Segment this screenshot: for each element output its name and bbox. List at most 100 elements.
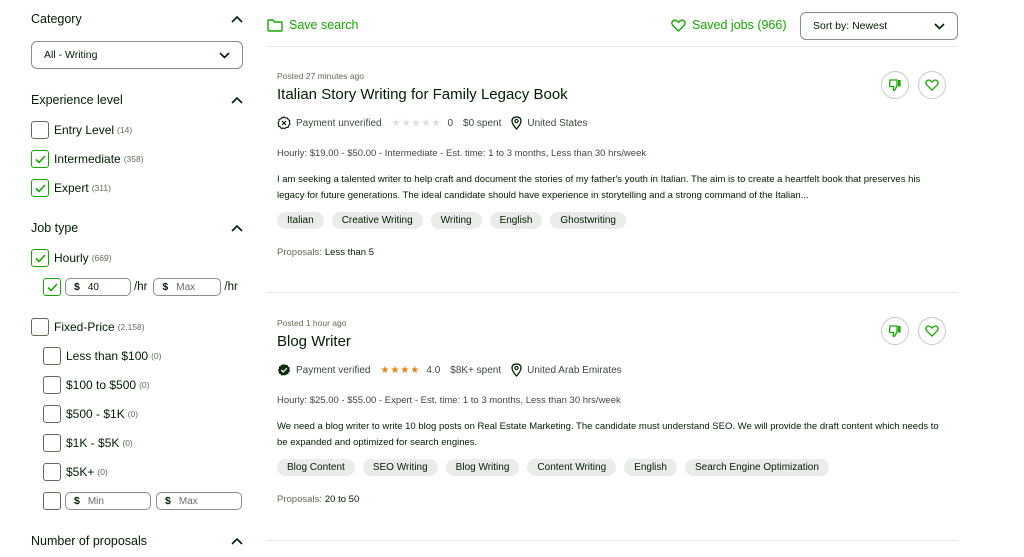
payment-status: Payment unverified bbox=[277, 116, 382, 130]
divider bbox=[267, 292, 958, 293]
rate-suffix: /hr bbox=[134, 281, 148, 293]
skill-tag[interactable]: Blog Content bbox=[277, 459, 355, 476]
proposals-heading: Number of proposals bbox=[31, 534, 148, 548]
star-icon: ★ bbox=[380, 364, 390, 376]
save-search-button[interactable]: Save search bbox=[267, 18, 358, 32]
rating-stars: ★ ★ ★ ★ ★ bbox=[392, 118, 442, 129]
skill-tags: Italian Creative Writing Writing English… bbox=[277, 212, 957, 229]
skill-tag[interactable]: Italian bbox=[277, 212, 324, 229]
dislike-job-button[interactable] bbox=[881, 71, 909, 99]
input-placeholder: Max bbox=[176, 281, 196, 293]
fixed-option-5k-plus[interactable]: $5K+ (0) bbox=[43, 463, 108, 481]
skill-tag[interactable]: Ghostwriting bbox=[550, 212, 626, 229]
fixed-max-input[interactable]: $ Max bbox=[156, 492, 242, 510]
dislike-job-button[interactable] bbox=[881, 317, 909, 345]
heart-icon bbox=[925, 325, 939, 337]
sort-select[interactable]: Sort by: Newest bbox=[800, 12, 958, 40]
job-description: I am seeking a talented writer to help c… bbox=[277, 174, 921, 201]
option-label: $500 - $1K bbox=[66, 407, 125, 421]
check-icon bbox=[46, 282, 58, 292]
star-icon: ★ bbox=[431, 117, 441, 129]
fixed-min-input[interactable]: $ Min bbox=[65, 492, 151, 510]
currency-symbol: $ bbox=[74, 281, 80, 293]
skill-tag[interactable]: English bbox=[489, 212, 543, 229]
save-search-label: Save search bbox=[289, 18, 359, 32]
skill-tag[interactable]: English bbox=[624, 459, 677, 476]
category-header[interactable]: Category bbox=[31, 12, 243, 26]
experience-option-expert[interactable]: Expert (311) bbox=[31, 179, 111, 197]
fixed-option-1k-5k[interactable]: $1K - $5K (0) bbox=[43, 434, 133, 452]
hourly-rate-checkbox[interactable] bbox=[43, 278, 61, 296]
results-toolbar: Save search Saved jobs (966) Sort by: Ne… bbox=[267, 12, 958, 42]
experience-header[interactable]: Experience level bbox=[31, 93, 243, 107]
client-location: United Arab Emirates bbox=[511, 363, 622, 377]
star-icon: ★ bbox=[390, 364, 400, 376]
save-job-button[interactable] bbox=[918, 317, 946, 345]
job-title[interactable]: Italian Story Writing for Family Legacy … bbox=[277, 86, 957, 103]
divider bbox=[267, 540, 958, 541]
proposals-label: Proposals: bbox=[277, 494, 322, 505]
thumbs-down-icon bbox=[888, 325, 901, 338]
option-label: Fixed-Price bbox=[54, 320, 115, 334]
check-icon bbox=[34, 154, 46, 164]
skill-tag[interactable]: SEO Writing bbox=[362, 459, 438, 476]
client-spent: $0 spent bbox=[463, 118, 501, 129]
experience-option-entry[interactable]: Entry Level (14) bbox=[31, 121, 132, 139]
fixed-option-less-100[interactable]: Less than $100 (0) bbox=[43, 347, 161, 365]
checkbox[interactable] bbox=[31, 150, 49, 168]
saved-jobs-link[interactable]: Saved jobs (966) bbox=[671, 18, 787, 32]
option-label: $100 to $500 bbox=[66, 378, 137, 392]
proposals-count: Proposals: Less than 5 bbox=[277, 247, 957, 258]
check-icon bbox=[34, 183, 46, 193]
star-icon: ★ bbox=[410, 364, 420, 376]
proposals-header[interactable]: Number of proposals bbox=[31, 534, 243, 548]
job-card[interactable]: Posted 27 minutes ago Italian Story Writ… bbox=[277, 71, 957, 258]
skill-tags: Blog Content SEO Writing Blog Writing Co… bbox=[277, 459, 957, 476]
option-count: (0) bbox=[127, 409, 139, 419]
star-icon: ★ bbox=[400, 364, 410, 376]
job-card[interactable]: Posted 1 hour ago Blog Writer Payment ve… bbox=[277, 318, 957, 505]
checkbox[interactable] bbox=[43, 434, 61, 452]
rating-stars: ★ ★ ★ ★ bbox=[380, 365, 420, 376]
category-selected-value: All - Writing bbox=[44, 49, 98, 61]
currency-symbol: $ bbox=[74, 495, 80, 507]
checkbox[interactable] bbox=[43, 405, 61, 423]
job-details: Hourly: $25.00 - $55.00 - Expert - Est. … bbox=[277, 395, 621, 406]
job-details: Hourly: $19.00 - $50.00 - Intermediate -… bbox=[277, 148, 647, 159]
checkbox[interactable] bbox=[43, 376, 61, 394]
save-job-button[interactable] bbox=[918, 71, 946, 99]
fixed-option-100-500[interactable]: $100 to $500 (0) bbox=[43, 376, 149, 394]
client-rating: ★ ★ ★ ★ 4.0 bbox=[380, 365, 440, 376]
checkbox[interactable] bbox=[43, 463, 61, 481]
fixed-range-checkbox[interactable] bbox=[43, 492, 61, 510]
client-info: Payment unverified ★ ★ ★ ★ ★ 0 $0 spent Unit… bbox=[277, 116, 957, 130]
option-count: (311) bbox=[91, 183, 111, 193]
skill-tag[interactable]: Blog Writing bbox=[445, 459, 520, 476]
option-count: (0) bbox=[139, 380, 150, 390]
checkbox[interactable] bbox=[31, 121, 49, 139]
category-select[interactable]: All - Writing bbox=[31, 41, 243, 69]
experience-option-intermediate[interactable]: Intermediate (358) bbox=[31, 150, 144, 168]
skill-tag[interactable]: Content Writing bbox=[527, 459, 617, 476]
star-icon: ★ bbox=[421, 117, 431, 129]
job-type-hourly[interactable]: Hourly (669) bbox=[31, 249, 112, 267]
client-info: Payment verified ★ ★ ★ ★ 4.0 $8K+ spent Uni… bbox=[277, 363, 957, 377]
job-type-header[interactable]: Job type bbox=[31, 221, 243, 235]
hourly-min-input[interactable]: $ 40 bbox=[65, 278, 131, 296]
skill-tag[interactable]: Creative Writing bbox=[331, 212, 423, 229]
checkbox[interactable] bbox=[43, 347, 61, 365]
skill-tag[interactable]: Search Engine Optimization bbox=[684, 459, 829, 476]
star-icon: ★ bbox=[401, 117, 411, 129]
job-type-fixed[interactable]: Fixed-Price (2,158) bbox=[31, 318, 145, 336]
job-title[interactable]: Blog Writer bbox=[277, 333, 957, 350]
checkbox[interactable] bbox=[31, 179, 49, 197]
checkbox[interactable] bbox=[31, 318, 49, 336]
option-label: Hourly bbox=[54, 251, 89, 265]
rating-value: 4.0 bbox=[426, 364, 441, 376]
star-icon: ★ bbox=[411, 117, 421, 129]
checkbox[interactable] bbox=[31, 249, 49, 267]
folder-icon bbox=[267, 18, 283, 32]
hourly-max-input[interactable]: $ Max bbox=[153, 278, 222, 296]
skill-tag[interactable]: Writing bbox=[430, 212, 482, 229]
fixed-option-500-1k[interactable]: $500 - $1K (0) bbox=[43, 405, 138, 423]
